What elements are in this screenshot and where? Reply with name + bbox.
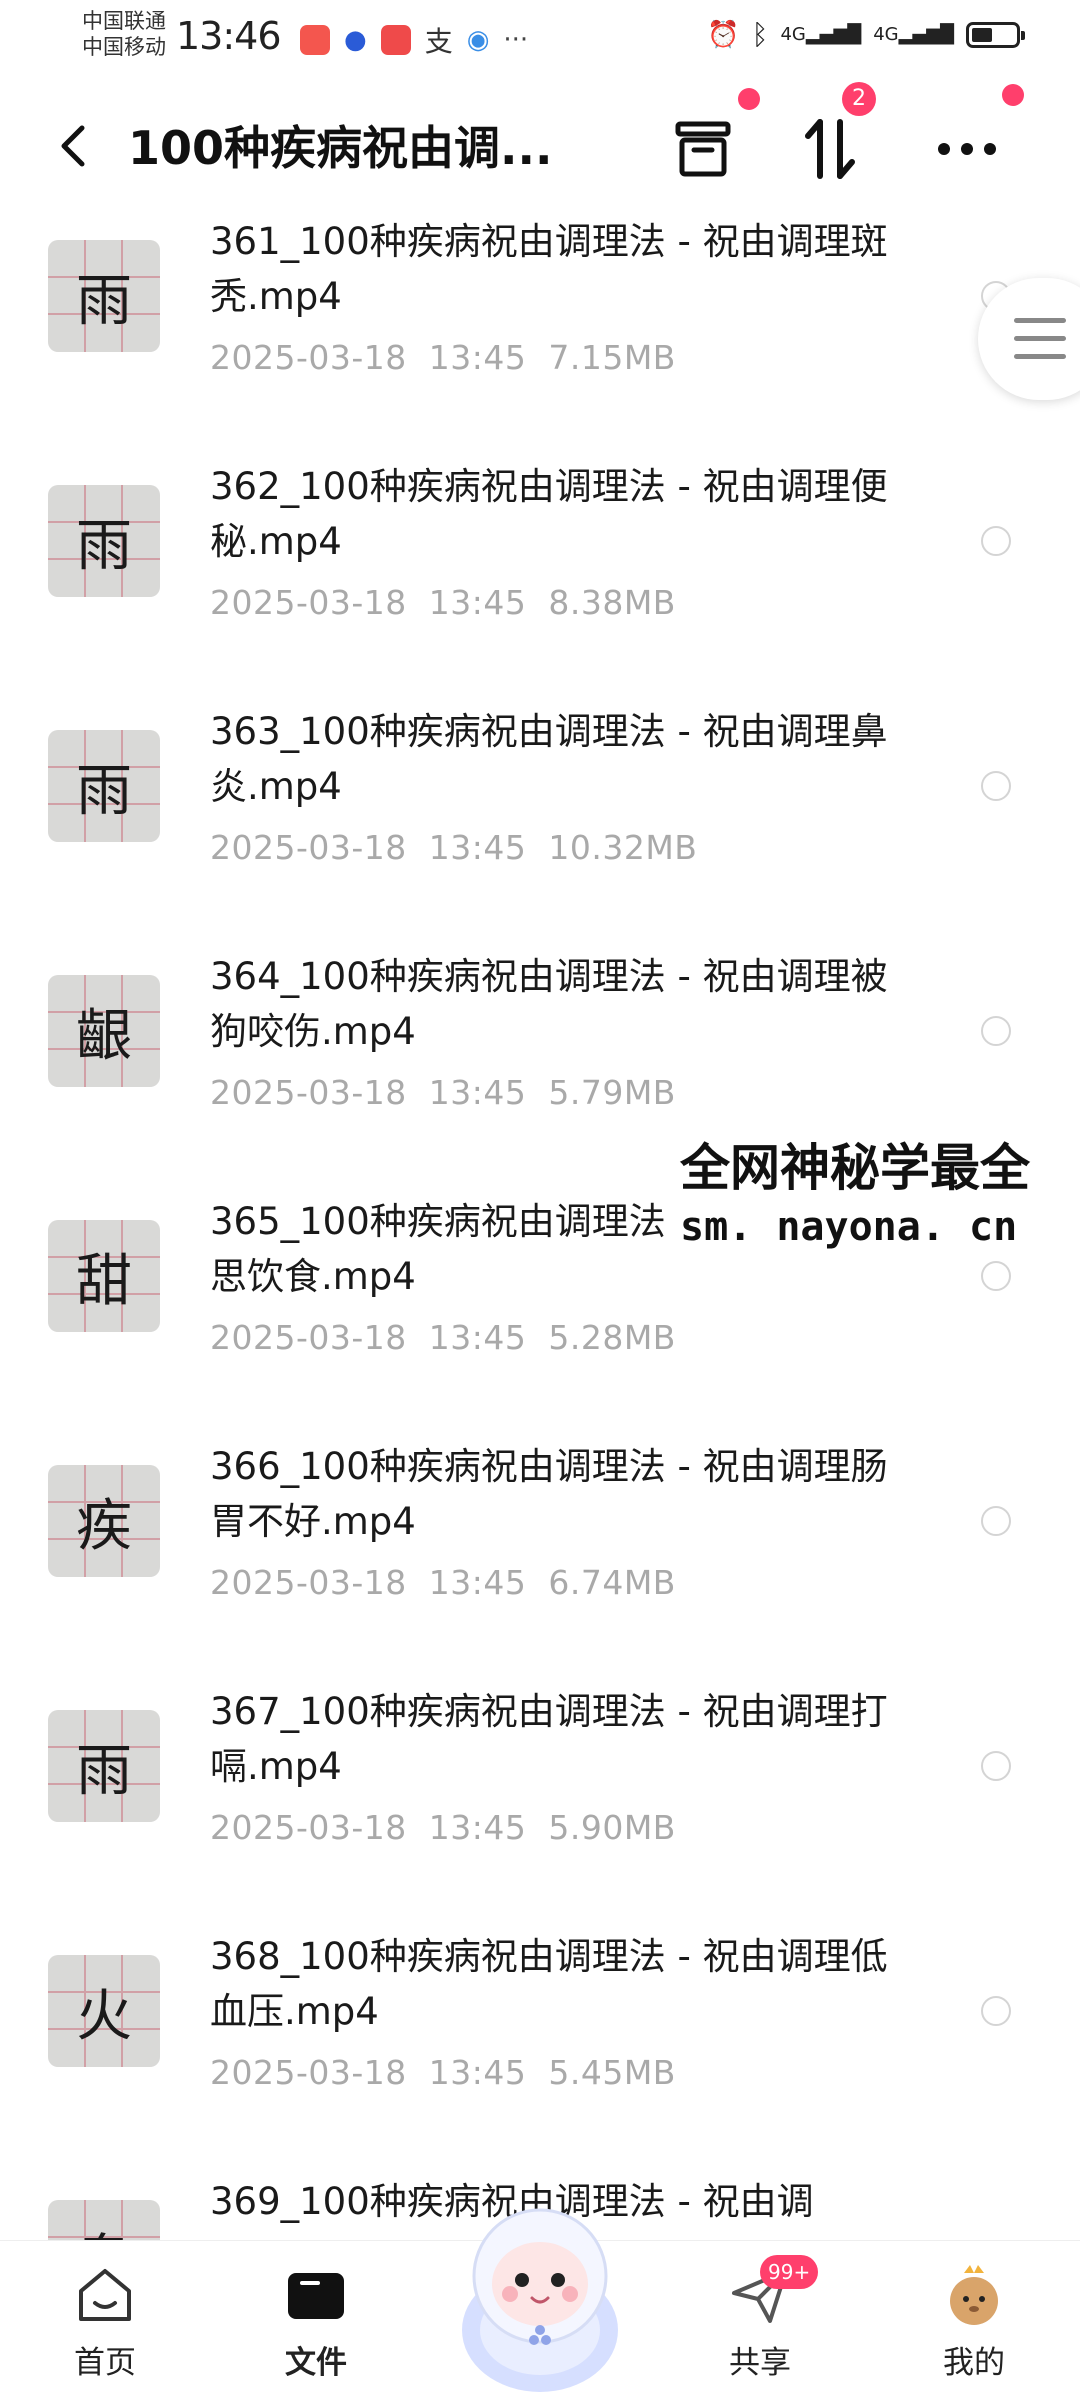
signal-icon-2: 4G▂▄▆█ xyxy=(873,24,954,45)
select-checkbox[interactable] xyxy=(981,1751,1011,1781)
select-checkbox[interactable] xyxy=(981,1996,1011,2026)
alipay-icon: 支 xyxy=(424,25,453,58)
more-options-button[interactable] xyxy=(932,114,1002,184)
archive-box-icon xyxy=(675,121,731,177)
archive-button[interactable] xyxy=(668,114,738,184)
notification-icons: ● 支 ◉ ··· xyxy=(300,20,528,60)
video-thumbnail: 雨 xyxy=(48,1710,160,1822)
file-meta: 2025-03-18 13:45 6.74MB xyxy=(210,1563,676,1602)
carrier-info: 中国联通 中国移动 xyxy=(82,8,166,60)
file-name: 363_100种疾病祝由调理法 - 祝由调理鼻炎.mp4 xyxy=(210,710,888,808)
back-button[interactable] xyxy=(52,116,92,176)
share-badge: 99+ xyxy=(760,2255,819,2289)
nav-share[interactable]: 99+ 共享 xyxy=(690,2255,830,2382)
book-app-icon xyxy=(380,25,411,55)
nav-mine-label: 我的 xyxy=(943,2345,1005,2381)
alarm-icon: ⏰ xyxy=(707,19,740,50)
file-meta: 2025-03-18 13:45 5.28MB xyxy=(210,1318,676,1357)
carrier-2: 中国移动 xyxy=(82,35,166,59)
video-thumbnail: 疾 xyxy=(48,1465,160,1577)
nav-share-label: 共享 xyxy=(729,2345,791,2381)
nav-files[interactable]: 文件 xyxy=(246,2263,386,2382)
paper-plane-icon: 99+ xyxy=(728,2255,819,2327)
file-meta: 2025-03-18 13:45 5.90MB xyxy=(210,1808,676,1847)
baidu-icon: ● xyxy=(344,25,367,55)
video-thumbnail: 火 xyxy=(48,1955,160,2067)
file-row[interactable]: 雨 362_100种疾病祝由调理法 - 祝由调理便秘.mp4 2025-03-1… xyxy=(0,453,1080,698)
more-notification-dot xyxy=(1002,84,1024,106)
folder-icon xyxy=(284,2263,348,2327)
select-checkbox[interactable] xyxy=(981,771,1011,801)
system-icons: ⏰ ᛒ 4G▂▄▆█ 4G▂▄▆█ xyxy=(707,18,1025,51)
nav-files-label: 文件 xyxy=(285,2345,347,2381)
ai-assistant-button[interactable] xyxy=(430,2180,650,2400)
battery-icon xyxy=(966,21,1025,48)
file-meta: 2025-03-18 13:45 5.45MB xyxy=(210,2053,676,2092)
file-name: 366_100种疾病祝由调理法 - 祝由调理肠胃不好.mp4 xyxy=(210,1445,888,1543)
sort-arrows-icon xyxy=(805,119,855,179)
select-checkbox[interactable] xyxy=(981,526,1011,556)
top-app-bar: 100种疾病祝由调... 2 xyxy=(0,82,1080,208)
video-thumbnail: 雨 xyxy=(48,485,160,597)
nav-mine[interactable]: 我的 xyxy=(904,2263,1044,2382)
file-name: 362_100种疾病祝由调理法 - 祝由调理便秘.mp4 xyxy=(210,465,888,563)
file-meta: 2025-03-18 13:45 5.79MB xyxy=(210,1073,676,1112)
file-row[interactable]: 雨 367_100种疾病祝由调理法 - 祝由调理打嗝.mp4 2025-03-1… xyxy=(0,1678,1080,1923)
status-bar: 中国联通 中国移动 13:46 ● 支 ◉ ··· ⏰ ᛒ 4G▂▄▆█ 4G▂… xyxy=(0,0,1080,72)
video-thumbnail: 齦 xyxy=(48,975,160,1087)
signal-icon-1: 4G▂▄▆█ xyxy=(780,24,862,45)
file-row[interactable]: 疾 366_100种疾病祝由调理法 - 祝由调理肠胃不好.mp4 2025-03… xyxy=(0,1433,1080,1678)
avatar xyxy=(942,2263,1006,2327)
back-arrow-icon xyxy=(61,125,85,167)
file-meta: 2025-03-18 13:45 10.32MB xyxy=(210,828,698,867)
video-thumbnail: 雨 xyxy=(48,730,160,842)
home-icon xyxy=(73,2263,137,2327)
file-row[interactable]: 雨 363_100种疾病祝由调理法 - 祝由调理鼻炎.mp4 2025-03-1… xyxy=(0,698,1080,943)
file-name: 367_100种疾病祝由调理法 - 祝由调理打嗝.mp4 xyxy=(210,1690,888,1788)
sort-button[interactable] xyxy=(796,114,866,184)
file-meta: 2025-03-18 13:45 8.38MB xyxy=(210,583,676,622)
sort-badge: 2 xyxy=(842,82,876,116)
bluetooth-icon: ᛒ xyxy=(751,18,769,51)
folder-title: 100种疾病祝由调... xyxy=(128,121,553,175)
astronaut-mascot-icon xyxy=(462,2208,618,2392)
carrier-1: 中国联通 xyxy=(82,9,166,33)
more-notifications-icon: ··· xyxy=(503,25,529,55)
browser-icon: ◉ xyxy=(466,25,490,55)
select-checkbox[interactable] xyxy=(981,1506,1011,1536)
watermark-url: sm. nayona. cn xyxy=(676,1200,1022,1254)
file-row[interactable]: 雨 361_100种疾病祝由调理法 - 祝由调理斑秃.mp4 2025-03-1… xyxy=(0,208,1080,453)
file-name: 364_100种疾病祝由调理法 - 祝由调理被狗咬伤.mp4 xyxy=(210,955,888,1053)
video-thumbnail: 雨 xyxy=(48,240,160,352)
file-meta: 2025-03-18 13:45 7.15MB xyxy=(210,338,676,377)
huawei-app-icon xyxy=(300,25,330,55)
select-checkbox[interactable] xyxy=(981,1261,1011,1291)
file-name: 368_100种疾病祝由调理法 - 祝由调理低血压.mp4 xyxy=(210,1935,888,2033)
video-thumbnail: 甜 xyxy=(48,1220,160,1332)
more-dots-icon xyxy=(938,143,996,155)
nav-home-label: 首页 xyxy=(74,2345,136,2381)
select-checkbox[interactable] xyxy=(981,1016,1011,1046)
file-row[interactable]: 火 368_100种疾病祝由调理法 - 祝由调理低血压.mp4 2025-03-… xyxy=(0,1923,1080,2168)
watermark-title: 全网神秘学最全 xyxy=(676,1136,1034,1200)
nav-home[interactable]: 首页 xyxy=(35,2263,175,2382)
status-time: 13:46 xyxy=(176,14,282,58)
file-name: 361_100种疾病祝由调理法 - 祝由调理斑秃.mp4 xyxy=(210,220,888,318)
archive-notification-dot xyxy=(738,88,760,110)
